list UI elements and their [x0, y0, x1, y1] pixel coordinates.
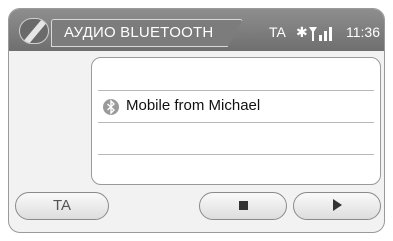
play-icon [332, 199, 342, 212]
ta-status-indicator: TA [269, 24, 286, 40]
home-button[interactable] [19, 18, 49, 44]
clock: 11:36 [346, 24, 380, 40]
page-title: АУДИО BLUETOOTH [64, 24, 214, 41]
home-slash-icon [21, 19, 48, 43]
play-button[interactable] [293, 192, 381, 220]
signal-strength-icon [309, 27, 332, 41]
list-divider [98, 90, 374, 91]
device-list: Mobile from Michael [91, 57, 381, 185]
header-bar: АУДИО BLUETOOTH TA ✱ 11:36 [9, 9, 384, 51]
bluetooth-icon [103, 99, 119, 115]
ta-button[interactable]: TA [15, 192, 109, 220]
device-name: Mobile from Michael [126, 97, 261, 114]
list-item[interactable]: Mobile from Michael [102, 94, 372, 120]
list-divider [98, 154, 374, 155]
bluetooth-audio-screen: АУДИО BLUETOOTH TA ✱ 11:36 Mobile from M… [8, 8, 385, 233]
stop-icon [238, 200, 248, 210]
stop-button[interactable] [199, 192, 287, 220]
list-divider [98, 122, 374, 123]
bluetooth-status-icon: ✱ [296, 24, 308, 40]
